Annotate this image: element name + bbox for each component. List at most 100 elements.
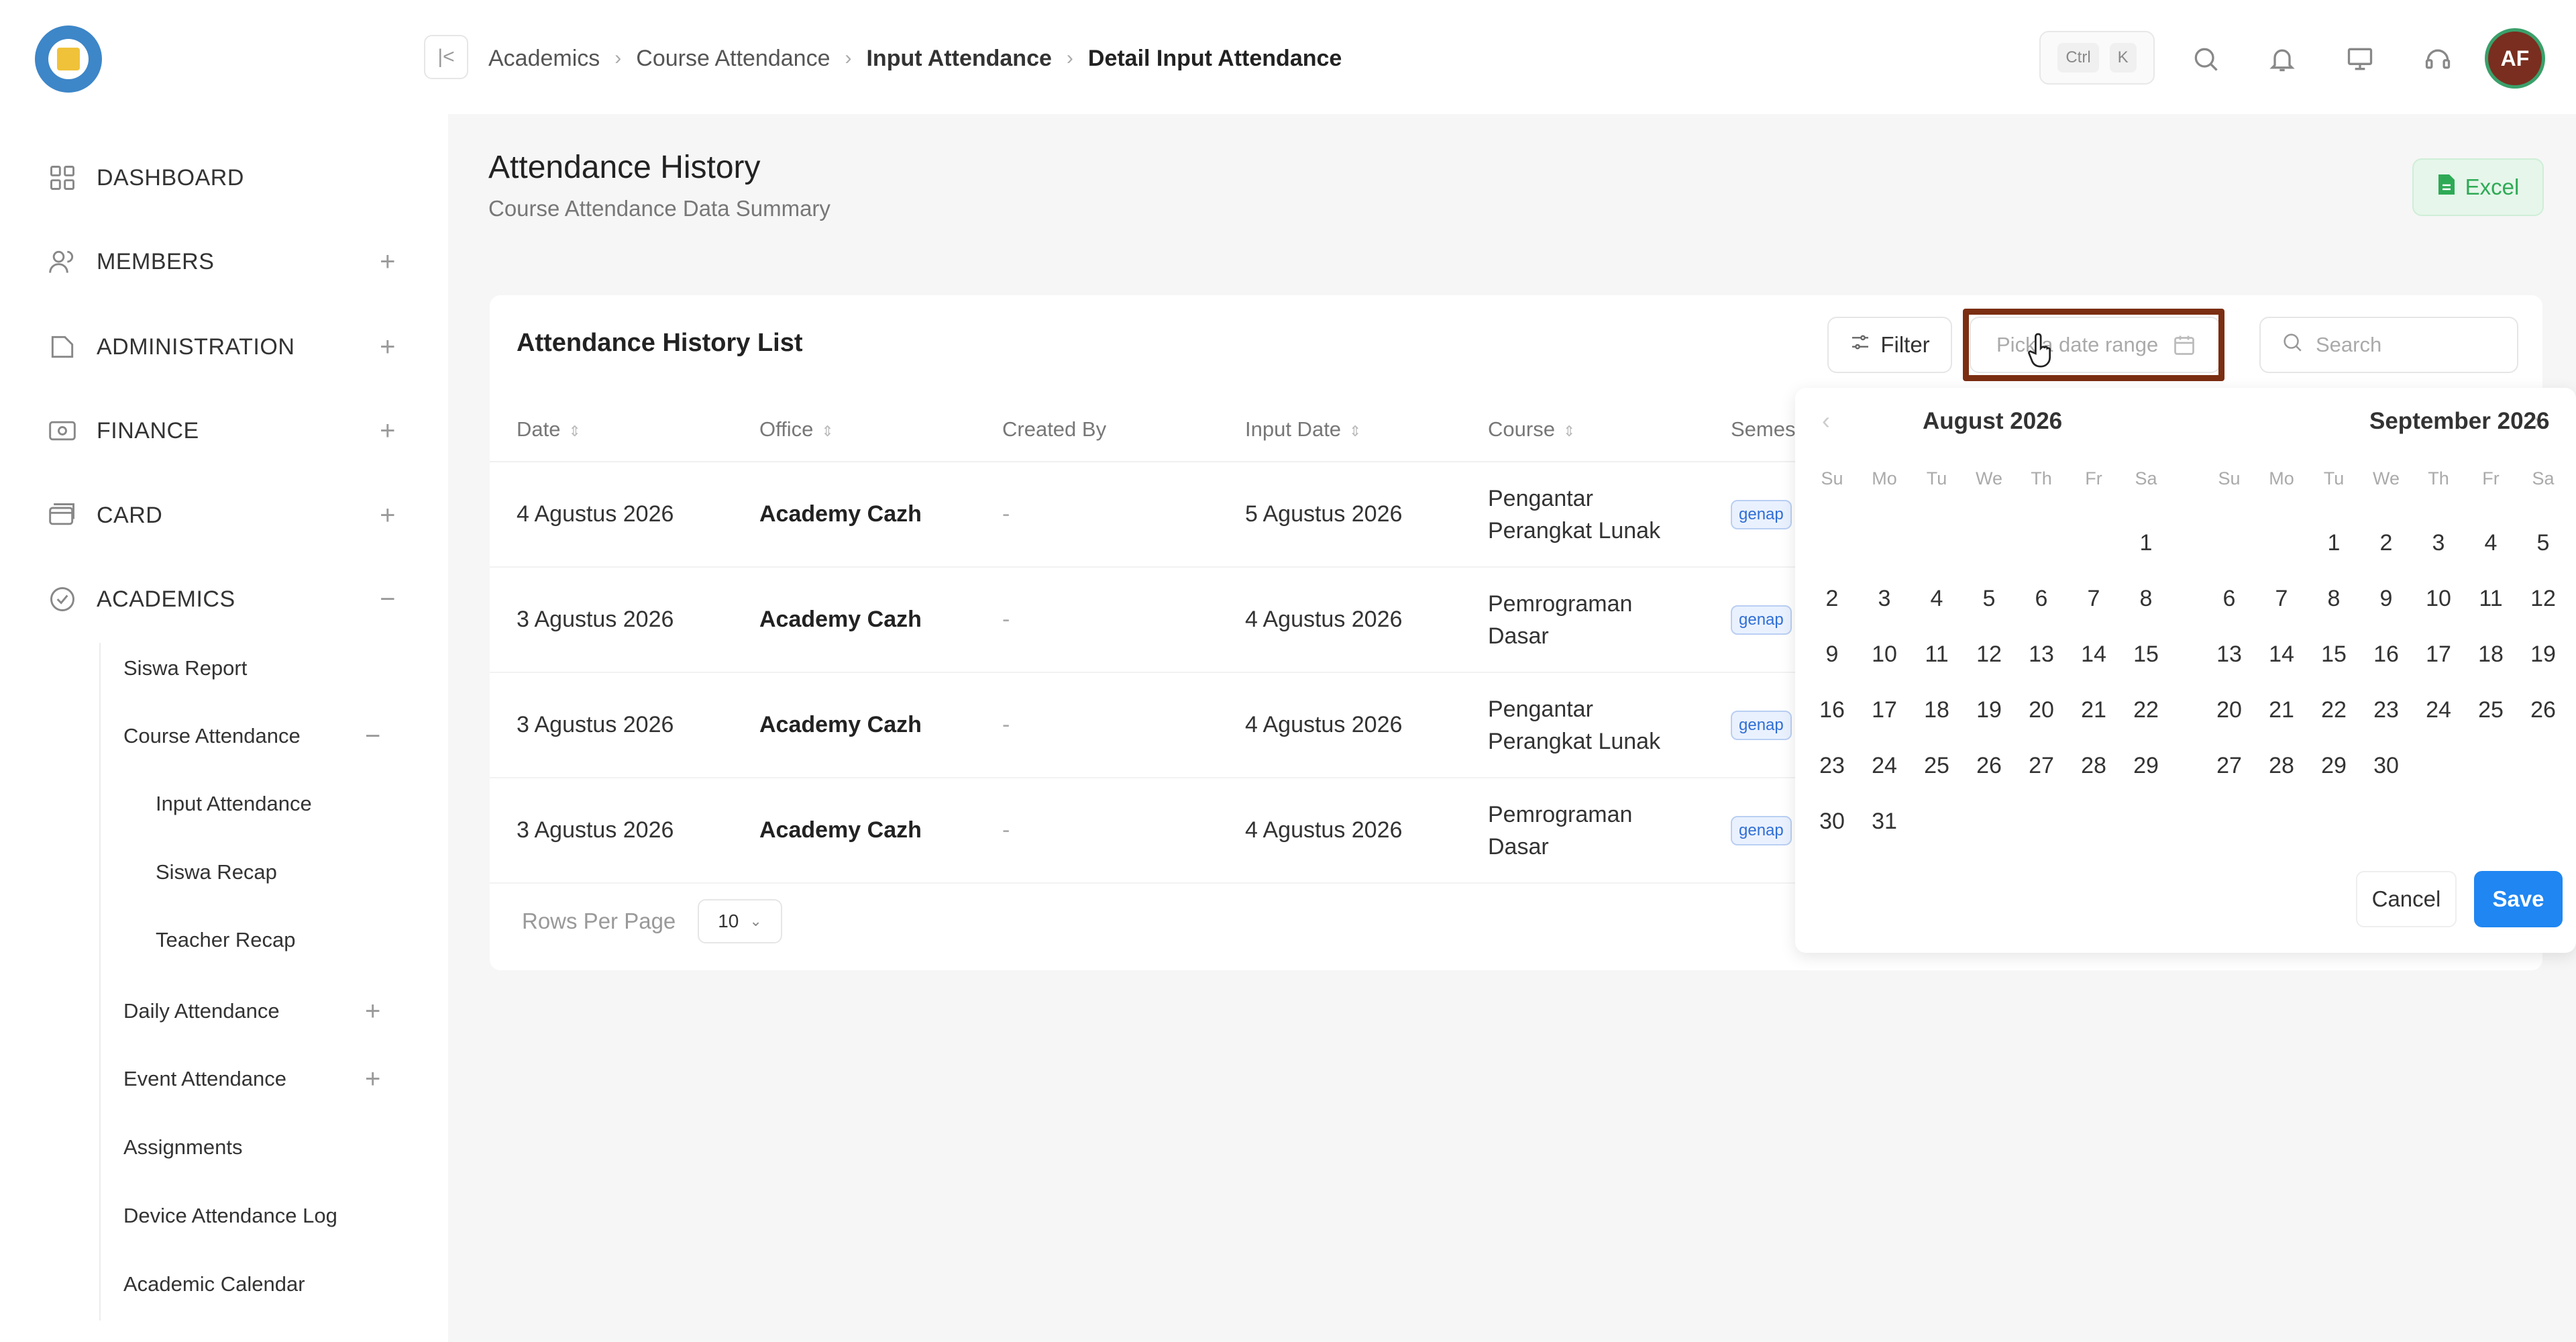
calendar-day[interactable]: 18 [1913,697,1960,723]
calendar-day[interactable]: 12 [1966,641,2012,668]
calendar-day[interactable]: 6 [2206,586,2253,612]
calendar-day[interactable]: 16 [1809,697,1856,723]
calendar-day[interactable]: 25 [1913,753,1960,779]
prev-month-icon[interactable]: ‹ [1822,407,1830,435]
sidebar-item-administration[interactable]: ADMINISTRATION + [47,323,396,370]
sidebar-item-academics[interactable]: ACADEMICS − [47,576,396,623]
calendar-day[interactable]: 3 [1861,586,1908,612]
calendar-day[interactable]: 6 [2018,586,2065,612]
bell-icon[interactable] [2263,40,2301,78]
calendar-day[interactable]: 30 [1809,809,1856,835]
calendar-day[interactable]: 24 [1861,753,1908,779]
breadcrumb-input-attendance[interactable]: Input Attendance [866,46,1051,72]
calendar-day[interactable]: 27 [2206,753,2253,779]
calendar-day[interactable]: 31 [1861,809,1908,835]
expand-icon[interactable]: + [365,1064,380,1094]
calendar-day[interactable]: 13 [2206,641,2253,668]
column-header-input-date[interactable]: Input Date ⇕ [1218,397,1461,462]
table-row[interactable]: 3 Agustus 2026 Academy Cazh -4 Agustus 202… [490,567,1798,673]
date-range-picker-input[interactable]: Pick a date range [1970,317,2220,373]
calendar-day[interactable]: 30 [2363,753,2410,779]
table-row[interactable]: 3 Agustus 2026 Academy Cazh -4 Agustus 202… [490,672,1798,778]
table-row[interactable]: 4 Agustus 2026 Academy Cazh -5 Agustus 202… [490,462,1798,568]
calendar-day[interactable]: 20 [2206,697,2253,723]
calendar-day[interactable]: 13 [2018,641,2065,668]
calendar-day[interactable]: 18 [2467,641,2514,668]
calendar-day[interactable]: 25 [2467,697,2514,723]
expand-icon[interactable]: + [380,501,396,531]
calendar-day[interactable]: 5 [2520,530,2567,556]
avatar[interactable]: AF [2485,28,2545,89]
calendar-day[interactable]: 8 [2123,586,2169,612]
calendar-day[interactable]: 1 [2310,530,2357,556]
calendar-day[interactable]: 3 [2415,530,2462,556]
calendar-day[interactable]: 22 [2123,697,2169,723]
calendar-day[interactable]: 12 [2520,586,2567,612]
calendar-day[interactable]: 2 [1809,586,1856,612]
calendar-day[interactable]: 16 [2363,641,2410,668]
sidebar-item-members[interactable]: MEMBERS + [47,238,396,285]
column-header-course[interactable]: Course ⇕ [1461,397,1704,462]
expand-icon[interactable]: + [380,332,396,362]
sort-icon[interactable]: ⇕ [568,423,580,440]
calendar-day[interactable]: 21 [2258,697,2305,723]
calendar-day[interactable]: 4 [2467,530,2514,556]
excel-export-button[interactable]: Excel [2412,158,2544,216]
collapse-icon[interactable]: − [380,584,396,615]
sidebar-item-academic-calendar[interactable]: Academic Calendar [123,1264,305,1304]
calendar-day[interactable]: 7 [2070,586,2117,612]
calendar-day[interactable]: 15 [2310,641,2357,668]
calendar-day[interactable]: 14 [2070,641,2117,668]
support-icon[interactable] [2419,40,2457,78]
calendar-day[interactable]: 26 [1966,753,2012,779]
save-button[interactable]: Save [2474,871,2563,927]
calendar-day[interactable]: 20 [2018,697,2065,723]
calendar-day[interactable]: 28 [2258,753,2305,779]
calendar-day[interactable]: 23 [1809,753,1856,779]
app-logo[interactable] [35,25,102,93]
breadcrumb-academics[interactable]: Academics [488,46,600,72]
calendar-day[interactable]: 7 [2258,586,2305,612]
sidebar-item-teacher-recap[interactable]: Teacher Recap [156,920,296,960]
calendar-day[interactable]: 15 [2123,641,2169,668]
cancel-button[interactable]: Cancel [2356,871,2457,927]
calendar-day[interactable]: 24 [2415,697,2462,723]
rows-per-page-select[interactable]: 10 ⌄ [698,899,782,943]
sort-icon[interactable]: ⇕ [821,423,833,440]
calendar-day[interactable]: 5 [1966,586,2012,612]
calendar-day[interactable]: 8 [2310,586,2357,612]
sidebar-item-event-attendance[interactable]: Event Attendance + [123,1059,380,1099]
sidebar-item-assignments[interactable]: Assignments [123,1127,242,1168]
calendar-day[interactable]: 17 [1861,697,1908,723]
column-header-office[interactable]: Office ⇕ [733,397,975,462]
calendar-day[interactable]: 9 [2363,586,2410,612]
calendar-day[interactable]: 10 [2415,586,2462,612]
sort-icon[interactable]: ⇕ [1349,423,1361,440]
calendar-day[interactable]: 2 [2363,530,2410,556]
table-row[interactable]: 3 Agustus 2026 Academy Cazh -4 Agustus 202… [490,778,1798,884]
calendar-day[interactable]: 19 [2520,641,2567,668]
sidebar-item-siswa-report[interactable]: Siswa Report [123,648,247,688]
calendar-day[interactable]: 29 [2123,753,2169,779]
calendar-day[interactable]: 14 [2258,641,2305,668]
collapse-sidebar-button[interactable]: |< [424,35,468,79]
calendar-day[interactable]: 10 [1861,641,1908,668]
calendar-day[interactable]: 26 [2520,697,2567,723]
calendar-day[interactable]: 29 [2310,753,2357,779]
search-icon[interactable] [2187,40,2224,78]
calendar-day[interactable]: 23 [2363,697,2410,723]
sidebar-item-finance[interactable]: FINANCE + [47,407,396,454]
filter-button[interactable]: Filter [1827,317,1952,373]
command-palette-shortcut[interactable]: Ctrl K [2039,31,2155,85]
sidebar-item-device-attendance-log[interactable]: Device Attendance Log [123,1196,337,1236]
sidebar-item-card[interactable]: CARD + [47,492,396,539]
sidebar-item-siswa-recap[interactable]: Siswa Recap [156,852,277,892]
search-input[interactable]: Search [2259,317,2518,373]
calendar-day[interactable]: 11 [1913,641,1960,668]
calendar-day[interactable]: 4 [1913,586,1960,612]
sidebar-item-course-attendance[interactable]: Course Attendance − [123,716,380,756]
sidebar-item-input-attendance[interactable]: Input Attendance [156,784,312,824]
calendar-day[interactable]: 22 [2310,697,2357,723]
column-header-date[interactable]: Date ⇕ [490,397,733,462]
calendar-day[interactable]: 11 [2467,586,2514,612]
